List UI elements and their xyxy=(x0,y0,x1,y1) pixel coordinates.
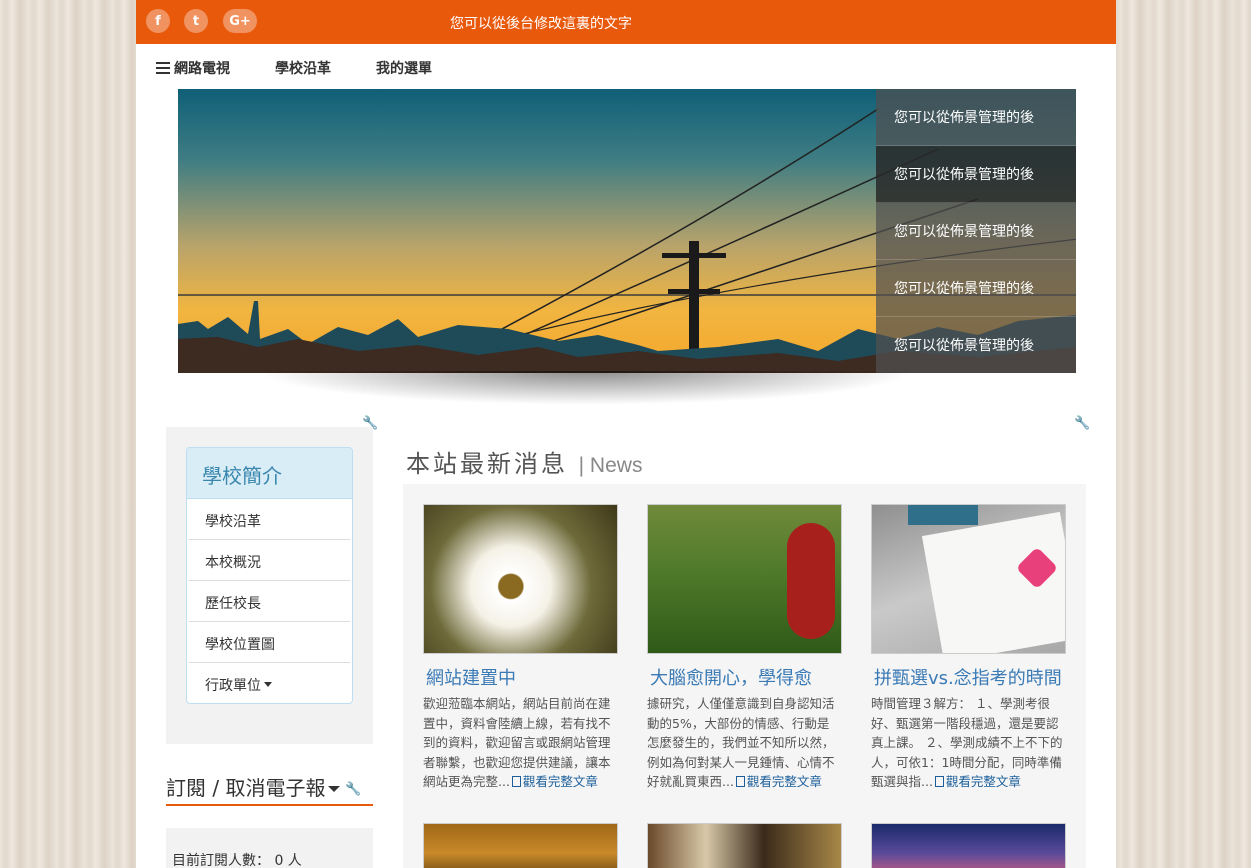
banner-slide-item[interactable]: 您可以從佈景管理的後 xyxy=(876,260,1076,317)
paper-shape xyxy=(921,511,1065,653)
read-more-link[interactable]: 觀看完整文章 xyxy=(510,774,598,789)
news-image[interactable] xyxy=(871,823,1066,868)
news-title-en: | News xyxy=(578,454,643,477)
sidebar-item-school-history[interactable]: 學校沿革 xyxy=(189,499,350,540)
caret-down-icon xyxy=(264,682,272,687)
banner-slide-item-active[interactable]: 您可以從佈景管理的後 xyxy=(876,146,1076,203)
read-more-label: 觀看完整文章 xyxy=(746,774,822,789)
sidebar-school-intro-box: 學校簡介 學校沿革 本校概況 歷任校長 學校位置圖 行政單位 xyxy=(166,427,373,744)
subscribe-divider xyxy=(166,804,373,806)
google-plus-icon[interactable]: G+ xyxy=(223,9,257,33)
news-title[interactable]: 網站建置中 xyxy=(423,664,619,690)
news-card: 網站建置中 歡迎蒞臨本網站，網站目前尚在建置中，資料會陸續上線，若有找不到的資料… xyxy=(423,504,619,792)
news-title-text: 本站最新消息 xyxy=(406,450,568,478)
nav-item-label: 網路電視 xyxy=(174,61,230,77)
news-title[interactable]: 拼甄選vs.念指考的時間 xyxy=(871,664,1067,690)
subscribe-title[interactable]: 訂閱 / 取消電子報 xyxy=(166,772,341,801)
page-container: f t G+ 您可以從後台修改這裏的文字 網路電視 學校沿革 我的選單 您可以從… xyxy=(136,0,1116,868)
top-bar: f t G+ 您可以從後台修改這裏的文字 xyxy=(136,0,1116,44)
top-bar-message: 您可以從後台修改這裏的文字 xyxy=(450,16,632,32)
subscribe-box: 目前訂閱人數： 0 人 xyxy=(166,828,373,868)
school-intro-panel: 學校簡介 學校沿革 本校概況 歷任校長 學校位置圖 行政單位 xyxy=(186,447,353,704)
nav-item-my-menu[interactable]: 我的選單 xyxy=(376,58,432,78)
list-icon xyxy=(156,62,170,74)
news-title[interactable]: 大腦愈開心，學得愈 xyxy=(647,664,843,690)
news-image[interactable] xyxy=(871,504,1066,654)
banner-slide-item[interactable]: 您可以從佈景管理的後 xyxy=(876,89,1076,146)
document-icon xyxy=(735,776,745,787)
news-section-title: 本站最新消息 | News xyxy=(406,444,642,479)
sidebar-item-label: 行政單位 xyxy=(205,678,261,694)
news-summary: 據研究，人僅僅意識到自身認知活動的5%，大部份的情感、行動是怎麼發生的，我們並不… xyxy=(647,694,839,792)
document-icon xyxy=(934,776,944,787)
facebook-icon[interactable]: f xyxy=(146,9,170,33)
subscribe-count: 目前訂閱人數： 0 人 xyxy=(172,850,302,868)
news-card: 大腦愈開心，學得愈 據研究，人僅僅意識到自身認知活動的5%，大部份的情感、行動是… xyxy=(647,504,843,792)
nav-item-web-tv[interactable]: 網路電視 xyxy=(156,58,230,78)
banner-slide-item[interactable]: 您可以從佈景管理的後 xyxy=(876,317,1076,373)
sidebar-item-location-map[interactable]: 學校位置圖 xyxy=(189,622,350,663)
subscribe-count-value: 0 人 xyxy=(274,853,302,868)
news-image[interactable] xyxy=(423,823,618,868)
subscribe-count-label: 目前訂閱人數： xyxy=(172,853,270,868)
banner-shadow xyxy=(256,371,916,405)
caret-down-icon xyxy=(328,786,341,792)
read-more-link[interactable]: 觀看完整文章 xyxy=(933,774,1021,789)
read-more-link[interactable]: 觀看完整文章 xyxy=(734,774,822,789)
twitter-icon[interactable]: t xyxy=(184,9,208,33)
sidebar-item-admin-units[interactable]: 行政單位 xyxy=(189,663,350,703)
read-more-label: 觀看完整文章 xyxy=(522,774,598,789)
news-image[interactable] xyxy=(647,504,842,654)
school-intro-title: 學校簡介 xyxy=(187,448,352,499)
sidebar-item-school-overview[interactable]: 本校概況 xyxy=(189,540,350,581)
document-icon xyxy=(511,776,521,787)
news-list: 網站建置中 歡迎蒞臨本網站，網站目前尚在建置中，資料會陸續上線，若有找不到的資料… xyxy=(403,484,1086,868)
main-navigation: 網路電視 學校沿革 我的選單 xyxy=(136,44,1116,89)
crayon-box-shape xyxy=(908,505,978,525)
read-more-label: 觀看完整文章 xyxy=(945,774,1021,789)
sidebar-item-principals[interactable]: 歷任校長 xyxy=(189,581,350,622)
subscribe-title-label: 訂閱 / 取消電子報 xyxy=(166,776,326,800)
banner-slide-menu: 您可以從佈景管理的後 您可以從佈景管理的後 您可以從佈景管理的後 您可以從佈景管… xyxy=(876,89,1076,373)
wrench-icon[interactable]: 🔧 xyxy=(345,782,361,797)
banner-slide-item[interactable]: 您可以從佈景管理的後 xyxy=(876,203,1076,260)
news-card: 拼甄選vs.念指考的時間 時間管理３解方： １、學測考很好、甄選第一階段穩過，還… xyxy=(871,504,1067,792)
alarm-clock-shape xyxy=(787,523,835,639)
news-image[interactable] xyxy=(423,504,618,654)
wrench-icon[interactable]: 🔧 xyxy=(1074,416,1090,431)
banner-slideshow[interactable]: 您可以從佈景管理的後 您可以從佈景管理的後 您可以從佈景管理的後 您可以從佈景管… xyxy=(178,89,1076,373)
news-image[interactable] xyxy=(647,823,842,868)
news-summary: 時間管理３解方： １、學測考很好、甄選第一階段穩過，還是要認真上課。 ２、學測成… xyxy=(871,694,1063,792)
news-summary: 歡迎蒞臨本網站，網站目前尚在建置中，資料會陸續上線，若有找不到的資料，歡迎留言或… xyxy=(423,694,615,792)
nav-item-school-history[interactable]: 學校沿革 xyxy=(275,58,331,78)
